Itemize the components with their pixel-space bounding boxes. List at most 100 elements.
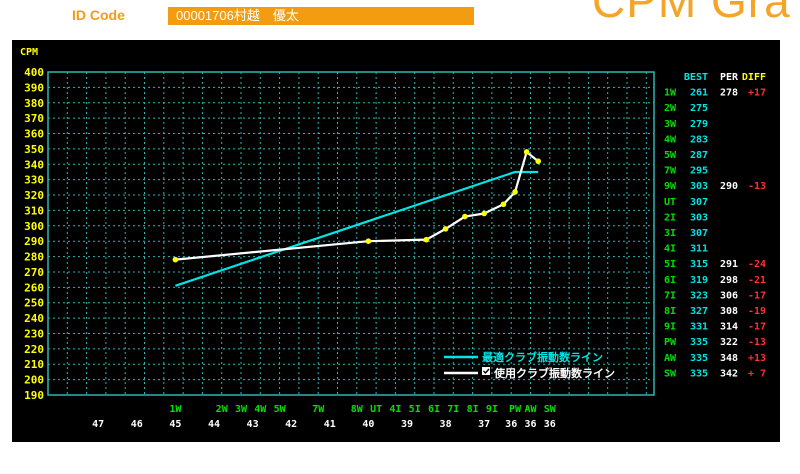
- measured-point: [535, 158, 542, 165]
- x-club-label: 7W: [312, 404, 325, 415]
- table-row-diff: + 7: [748, 368, 766, 379]
- table-row-club: 6I: [664, 275, 676, 286]
- table-row-best: 307: [690, 197, 708, 208]
- table-row-best: 307: [690, 228, 708, 239]
- measured-point: [172, 256, 179, 263]
- y-tick-label: 340: [24, 158, 44, 171]
- x-club-label: UT: [370, 404, 382, 415]
- table-row-club: UT: [664, 197, 676, 208]
- legend-checkbox: [482, 367, 490, 375]
- table-row-best: 303: [690, 212, 708, 223]
- table-row-club: 7W: [664, 166, 677, 177]
- table-row-club: 1W: [664, 88, 677, 99]
- x-length-label: 39: [401, 419, 413, 430]
- table-row-best: 335: [690, 337, 708, 348]
- table-header-per: PER: [720, 72, 739, 83]
- x-club-label: 3W: [235, 404, 248, 415]
- x-club-label: 5W: [274, 404, 287, 415]
- table-row-best: 287: [690, 150, 708, 161]
- table-row-per: 291: [720, 259, 738, 270]
- table-row-per: 306: [720, 290, 738, 301]
- table-row-diff: +17: [748, 88, 766, 99]
- table-row-diff: -17: [748, 290, 766, 301]
- table-row-per: 308: [720, 306, 738, 317]
- x-club-label: 6I: [428, 404, 440, 415]
- y-tick-label: 290: [24, 235, 44, 248]
- table-row-diff: -24: [748, 259, 766, 270]
- table-row-club: 8I: [664, 306, 676, 317]
- y-tick-label: 390: [24, 81, 44, 94]
- table-row-best: 283: [690, 134, 708, 145]
- y-tick-label: 280: [24, 251, 44, 264]
- table-row-diff: -17: [748, 322, 766, 333]
- x-length-label: 44: [208, 419, 220, 430]
- x-club-label: 8W: [351, 404, 364, 415]
- table-row-diff: -21: [748, 275, 766, 286]
- table-row-club: SW: [664, 368, 677, 379]
- measured-point: [462, 213, 468, 220]
- table-row-per: 298: [720, 275, 738, 286]
- table-row-best: 335: [690, 353, 708, 364]
- measured-point: [442, 226, 449, 232]
- y-tick-label: 300: [24, 220, 44, 233]
- x-club-label: AW: [524, 404, 537, 415]
- table-row-best: 279: [690, 119, 708, 130]
- table-row-club: 4I: [664, 244, 676, 255]
- table-row-best: 323: [690, 290, 708, 301]
- table-header-diff: DIFF: [742, 72, 766, 83]
- measured-point: [523, 149, 530, 155]
- table-row-best: 261: [690, 88, 708, 99]
- x-club-label: 7I: [447, 404, 459, 415]
- y-tick-label: 260: [24, 281, 44, 294]
- measured-point: [481, 210, 487, 217]
- x-length-label: 40: [362, 419, 374, 430]
- x-length-label: 42: [285, 419, 297, 430]
- id-code-field[interactable]: 00001706村越 優太: [168, 7, 474, 25]
- x-club-label: 2W: [216, 404, 229, 415]
- x-club-label: 9I: [486, 404, 498, 415]
- x-club-label: 5I: [409, 404, 421, 415]
- x-length-label: 38: [440, 419, 452, 430]
- y-tick-label: 250: [24, 297, 44, 310]
- x-length-label: 36: [524, 419, 536, 430]
- table-row-diff: -13: [748, 337, 766, 348]
- table-header-best: BEST: [684, 72, 708, 83]
- table-row-club: 3I: [664, 228, 676, 239]
- table-row-club: 9I: [664, 322, 676, 333]
- table-row-diff: +13: [748, 353, 766, 364]
- x-length-label: 43: [247, 419, 259, 430]
- plot-frame: [47, 71, 655, 396]
- y-tick-label: 350: [24, 143, 44, 156]
- y-tick-label: 220: [24, 343, 44, 356]
- table-row-club: 3W: [664, 119, 677, 130]
- table-row-best: 275: [690, 103, 708, 114]
- y-tick-label: 400: [24, 66, 44, 79]
- y-tick-label: 200: [24, 374, 44, 387]
- table-row-club: 5W: [664, 150, 677, 161]
- table-row-club: 2I: [664, 212, 676, 223]
- x-length-label: 37: [478, 419, 490, 430]
- table-row-club: 4W: [664, 134, 677, 145]
- table-row-best: 327: [690, 306, 708, 317]
- table-row-best: 303: [690, 181, 708, 192]
- y-tick-label: 190: [24, 389, 44, 402]
- legend-label-measured: 使用クラブ振動数ライン: [493, 366, 615, 380]
- table-row-club: PW: [664, 337, 677, 348]
- x-club-label: 1W: [169, 404, 182, 415]
- table-row-per: 278: [720, 88, 738, 99]
- table-row-best: 295: [690, 166, 708, 177]
- table-row-per: 314: [720, 322, 738, 333]
- legend-label-best: 最適クラブ振動数ライン: [482, 350, 603, 364]
- y-tick-label: 330: [24, 174, 44, 187]
- measured-point: [365, 238, 372, 244]
- measured-point: [423, 236, 430, 243]
- cpm-chart: 190 200 210 220 230 240 250 260 270 280 290 300 310 3…: [20, 47, 766, 430]
- table-row-club: 7I: [664, 290, 676, 301]
- table-row-best: 315: [690, 259, 708, 270]
- chart-panel: 190 200 210 220 230 240 250 260 270 280 290 300 310 3…: [12, 40, 780, 442]
- table-row-per: 290: [720, 181, 738, 192]
- x-club-label: PW: [509, 404, 522, 415]
- measured-point: [512, 189, 518, 195]
- table-row-club: 9W: [664, 181, 677, 192]
- x-length-label: 46: [131, 419, 143, 430]
